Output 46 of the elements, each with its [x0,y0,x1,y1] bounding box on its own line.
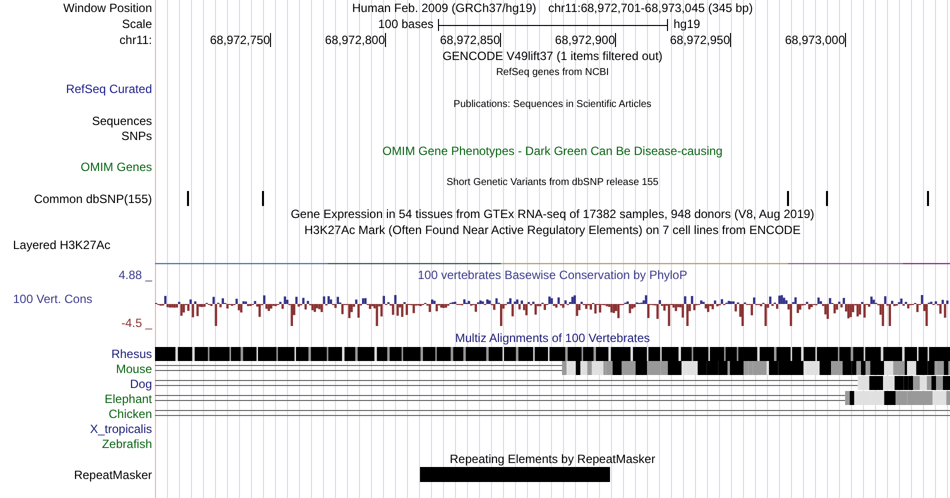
scale-text: 100 bases [377,17,434,31]
track-label: Layered H3K27Ac [13,238,110,252]
track-label: Dog [130,376,152,390]
ruler-label: 68,972,750 [210,33,270,47]
track-title: RefSeq genes from NCBI [496,66,609,78]
position-text: chr11:68,972,701-68,973,045 (345 bp) [548,1,753,15]
tick-mark [500,33,501,47]
track-title: H3K27Ac Mark (Often Found Near Active Regulatory Elements) on 7 cell lines from ENCODE [304,223,801,237]
ruler-label: 68,972,900 [554,33,615,47]
track-label: Common dbSNP(155) [34,192,152,206]
ruler-label: 68,972,850 [440,33,500,47]
track-label: RepeatMasker [74,468,152,482]
track-title: Multiz Alignments of 100 Vertebrates [455,331,650,345]
track-label: Window Position [63,1,152,15]
ruler-label: 68,972,800 [324,33,385,47]
track-title: Gene Expression in 54 tissues from GTEx RNA-seq of 17382 samples, 948 donors (V8, Aug 2019) [290,207,814,221]
track-label: Rhesus [111,346,152,360]
track-label: OMIM Genes [80,160,152,174]
track-label: X_tropicalis [90,422,152,436]
axis-max-label: 4.88 _ [118,268,154,282]
track-label: Zebrafish [102,436,152,450]
tick-mark [615,33,616,47]
tick-mark [845,33,846,47]
track-label: Mouse [116,362,152,376]
track-title: Publications: Sequences in Scientific Articles [454,98,652,110]
assembly-label: hg19 [672,17,702,31]
track-label: 100 Vert. Cons [12,292,94,306]
track-title: GENCODE V49lift37 (1 items filtered out) [442,49,663,63]
track-label: SNPs [121,128,152,142]
track-label: Sequences [92,114,152,128]
assembly-name: Human Feb. 2009 (GRCh37/hg19) [352,1,536,15]
track-title: Repeating Elements by RepeatMasker [450,452,656,466]
track-label: Scale [122,17,152,31]
tick-mark [385,33,386,47]
track-title: 100 vertebrates Basewise Conservation by PhyloP [418,268,688,282]
ruler-label: 68,972,950 [670,33,730,47]
tick-mark [270,33,271,47]
track-label: Elephant [104,392,152,406]
track-label: RefSeq Curated [66,82,152,96]
track-label: Chicken [108,406,152,420]
axis-min-label: -4.5 _ [121,316,154,330]
track-title: Short Genetic Variants from dbSNP release 155 [446,176,658,188]
tick-mark [730,33,731,47]
track-label: chr11: [120,33,152,47]
ruler-label: 68,973,000 [784,33,845,47]
track-title: OMIM Gene Phenotypes - Dark Green Can Be Disease-causing [382,144,723,158]
